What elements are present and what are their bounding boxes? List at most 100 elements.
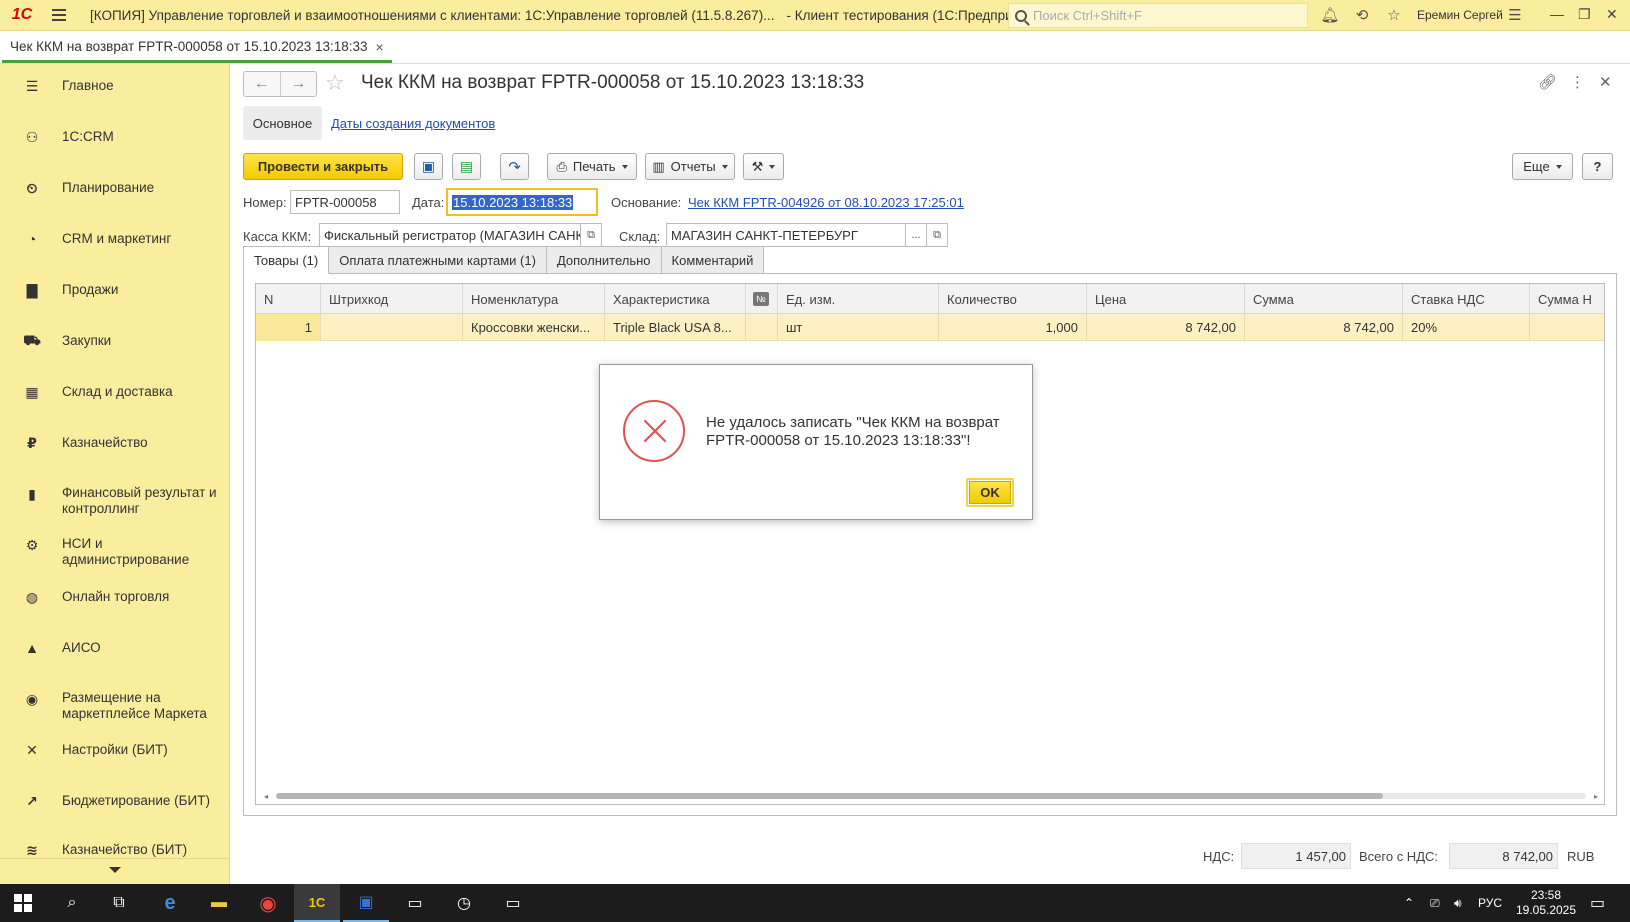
file-explorer-icon[interactable]: ▬ [196, 884, 242, 922]
tab-goods[interactable]: Товары (1) [243, 246, 330, 274]
close-window-icon[interactable]: ✕ [1606, 6, 1618, 23]
history-icon[interactable]: ⟲ [1352, 5, 1372, 25]
aiso-icon: ▲ [25, 640, 39, 656]
minimize-icon[interactable]: — [1550, 6, 1564, 22]
ok-button[interactable]: OK [966, 478, 1014, 507]
column-header[interactable]: Номенклатура [463, 284, 605, 314]
section-label: НСИ и администрирование [62, 536, 190, 567]
1c-logo[interactable]: 1С [0, 0, 44, 31]
tray-chevron-icon[interactable]: ⌃ [1404, 884, 1414, 922]
globe-icon: ◍ [25, 588, 39, 605]
edge-browser-icon[interactable]: e [147, 884, 193, 922]
basis-link[interactable]: Чек ККМ FPTR-004926 от 08.10.2023 17:25:… [688, 195, 964, 210]
column-header[interactable]: Количество [939, 284, 1087, 314]
chevron-down-icon [109, 867, 121, 873]
tab-additional[interactable]: Дополнительно [545, 246, 662, 274]
scroll-left-icon[interactable]: ◂ [264, 792, 268, 801]
clock-date: 19.05.2025 [1515, 903, 1577, 917]
goods-table[interactable]: N Штрихкод Номенклатура Характеристика №… [255, 283, 1605, 805]
cell-characteristic: Triple Black USA 8... [605, 314, 746, 341]
totals-bar: НДС: 1 457,00 Всего с НДС: 8 742,00 RUB [231, 834, 1630, 884]
clock-app-icon[interactable]: ◷ [441, 884, 487, 922]
restore-icon[interactable]: ❐ [1578, 6, 1591, 23]
number-badge-icon: № [753, 292, 769, 306]
favorites-star-icon[interactable]: ☆ [1384, 5, 1404, 25]
create-based-on-button[interactable]: ↷ [500, 153, 529, 180]
column-header[interactable]: Ед. изм. [778, 284, 939, 314]
taskbar-clock[interactable]: 23:58 19.05.2025 [1515, 888, 1577, 918]
tools-button[interactable]: ⚒ [743, 153, 784, 180]
column-header[interactable]: Штрихкод [321, 284, 463, 314]
column-header[interactable]: № [746, 284, 778, 314]
start-button[interactable] [0, 884, 46, 922]
number-field[interactable]: FPTR-000058 [290, 190, 400, 214]
more-button[interactable]: Еще [1512, 153, 1573, 180]
chrome-icon[interactable]: ◉ [245, 884, 291, 922]
close-tab-icon[interactable]: × [376, 39, 384, 55]
date-field[interactable]: 15.10.2023 13:18:33 [446, 188, 598, 216]
scroll-right-icon[interactable]: ▸ [1594, 792, 1598, 801]
favorite-star-icon[interactable]: ☆ [325, 70, 345, 96]
sections-panel: ☰ Главное ⚇ 1С:CRM ⏲ Планирование ◔ CRM … [0, 64, 230, 884]
column-header[interactable]: Сумма Н [1530, 284, 1604, 314]
column-header[interactable]: N [256, 284, 321, 314]
settings-lines-icon[interactable]: ☰ [1505, 5, 1525, 25]
scroll-thumb[interactable] [276, 793, 1383, 799]
back-arrow-icon[interactable]: ← [244, 72, 280, 96]
save-app-taskbar-icon[interactable]: ▣ [343, 884, 389, 922]
terminal2-icon[interactable]: ▭ [490, 884, 536, 922]
network-icon[interactable]: ⎚ [1430, 884, 1440, 922]
kassa-open-icon[interactable]: ⧉ [580, 223, 602, 247]
volume-icon[interactable]: 🔊︎ [1454, 884, 1462, 922]
table-row[interactable]: 1 Кроссовки женски... Triple Black USA 8… [256, 314, 1604, 341]
column-header[interactable]: Ставка НДС [1403, 284, 1530, 314]
subtab-creation-dates-link[interactable]: Даты создания документов [331, 116, 495, 131]
subtab-main[interactable]: Основное [243, 106, 322, 140]
section-label: Финансовый результат и контроллинг [62, 485, 217, 516]
tab-comment[interactable]: Комментарий [660, 246, 765, 274]
language-indicator[interactable]: РУС [1478, 884, 1502, 922]
bar-chart-icon: ▮ [28, 485, 36, 502]
ok-label: OK [969, 481, 1011, 504]
close-form-icon[interactable]: ✕ [1599, 73, 1612, 91]
user-name[interactable]: Еремин Сергей [1417, 8, 1503, 22]
terminal-icon[interactable]: ▭ [392, 884, 438, 922]
search-taskbar-icon[interactable]: ⌕ [49, 884, 95, 922]
tab-card-payments[interactable]: Оплата платежными картами (1) [328, 246, 547, 274]
wrench-icon: ⚒ [751, 158, 764, 174]
1c-app-taskbar-icon[interactable]: 1С [294, 884, 340, 922]
column-header[interactable]: Цена [1087, 284, 1245, 314]
kassa-field[interactable]: Фискальный регистратор (МАГАЗИН САНКТ [319, 223, 581, 247]
print-label: Печать [572, 159, 616, 174]
post-button[interactable]: ▤ [452, 153, 481, 180]
column-header[interactable]: Сумма [1245, 284, 1403, 314]
cell-barcode [321, 314, 463, 341]
tools-icon: ✕ [26, 741, 38, 758]
sklad-select-button[interactable]: ... [905, 223, 927, 247]
more-vertical-icon[interactable]: ⋮ [1570, 73, 1585, 91]
help-button[interactable]: ? [1582, 153, 1613, 180]
global-search-input[interactable]: Поиск Ctrl+Shift+F [1008, 3, 1308, 28]
menu-icon: ☰ [25, 77, 39, 94]
horizontal-scrollbar[interactable]: ◂ ▸ [264, 792, 1598, 801]
task-view-icon[interactable]: ⧉ [96, 884, 142, 922]
cell-n: 1 [256, 314, 321, 341]
error-dialog: Не удалось записать "Чек ККМ на возврат … [599, 364, 1033, 520]
notifications-icon[interactable]: ▭ [1590, 884, 1605, 922]
bell-icon[interactable]: 🔔︎ [1320, 5, 1340, 25]
post-and-close-button[interactable]: Провести и закрыть [243, 153, 403, 180]
print-button[interactable]: ⎙ Печать [547, 153, 637, 180]
save-button[interactable]: ▣ [414, 153, 443, 180]
app-title-client: - Клиент тестирования (1С:Предприятие) [786, 7, 1046, 23]
column-header[interactable]: Характеристика [605, 284, 746, 314]
search-icon [1015, 9, 1027, 22]
reports-button[interactable]: ▥ Отчеты [645, 153, 735, 180]
sidebar-scroll-down[interactable] [0, 858, 229, 884]
gear-icon: ⚙ [25, 536, 39, 553]
open-document-tab[interactable]: Чек ККМ на возврат FPTR-000058 от 15.10.… [2, 33, 392, 63]
forward-arrow-icon[interactable]: → [279, 72, 317, 96]
sklad-open-icon[interactable]: ⧉ [926, 223, 948, 247]
link-icon[interactable]: 🔗︎ [1538, 73, 1557, 91]
main-menu-icon[interactable] [44, 0, 74, 31]
sklad-field[interactable]: МАГАЗИН САНКТ-ПЕТЕРБУРГ [666, 223, 906, 247]
